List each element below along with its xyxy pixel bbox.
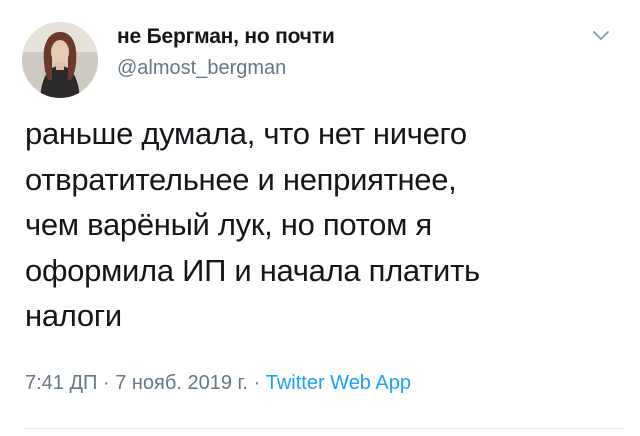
meta-separator: ·: [253, 372, 261, 394]
avatar-image: [22, 22, 98, 98]
avatar[interactable]: [22, 22, 98, 98]
author-display-name[interactable]: не Бергман, но почти: [117, 25, 335, 49]
tweet-source-link[interactable]: Twitter Web App: [266, 372, 411, 394]
tweet-date[interactable]: 7 нояб. 2019 г.: [115, 372, 248, 394]
tweet-meta: 7:41 ДП · 7 нояб. 2019 г. · Twitter Web …: [25, 372, 411, 395]
tweet-time[interactable]: 7:41 ДП: [25, 372, 97, 394]
tweet-text: раньше думала, что нет ничего отвратител…: [25, 116, 480, 333]
divider: [25, 428, 625, 429]
tweet-card: не Бергман, но почти @almost_bergman ран…: [0, 0, 640, 436]
author-handle[interactable]: @almost_bergman: [117, 57, 286, 80]
chevron-down-icon[interactable]: [590, 28, 612, 44]
meta-separator: ·: [102, 372, 110, 394]
